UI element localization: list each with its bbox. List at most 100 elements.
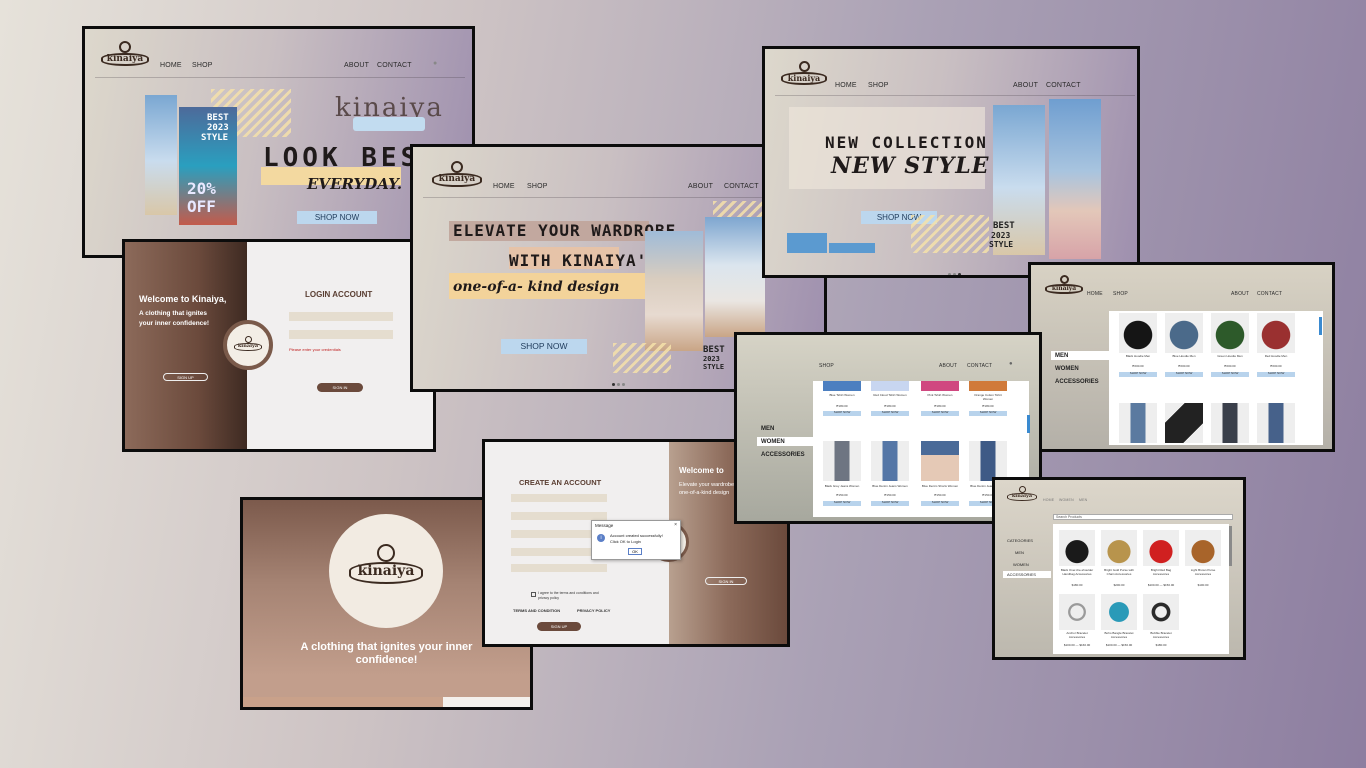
sign-in-button[interactable]: SIGN IN [705, 577, 747, 585]
agree-checkbox[interactable] [531, 592, 536, 597]
discount-percent: 20% [187, 179, 216, 198]
product-image-red-bag[interactable] [1143, 530, 1179, 566]
terms-link[interactable]: TERMS AND CONDITION [513, 608, 560, 613]
shop-now-button[interactable]: SHOP NOW [921, 500, 959, 506]
shop-now-button[interactable]: SHOP NOW [297, 211, 377, 224]
nav-about[interactable]: ABOUT [344, 62, 369, 69]
nav-about[interactable]: ABOUT [939, 363, 957, 369]
product-price: ₱200.00 [1178, 364, 1190, 368]
signup-field-1[interactable] [511, 494, 607, 502]
shop-now-button[interactable]: SHOP NOW [871, 410, 909, 416]
username-field[interactable] [289, 312, 393, 321]
sign-up-button[interactable]: SIGN UP [537, 622, 581, 631]
nav-contact[interactable]: CONTACT [1257, 291, 1282, 297]
headline-new-collection: NEW COLLECTION [825, 133, 988, 152]
shop-now-button[interactable]: SHOP NOW [1257, 371, 1295, 377]
shop-now-button[interactable]: SHOP NOW [823, 500, 861, 506]
sidebar-item-men[interactable]: MEN [1015, 550, 1024, 555]
product-price: ₱180.00 [836, 404, 848, 408]
shop-now-button[interactable]: SHOP NOW [1165, 371, 1203, 377]
kinaiya-logo[interactable]: kinaiya [1005, 486, 1039, 501]
nav-contact[interactable]: CONTACT [967, 363, 992, 369]
scrollbar[interactable] [1229, 526, 1232, 566]
product-image-bubble-bracelet[interactable] [1143, 594, 1179, 630]
product-image-blue-tshirt[interactable] [823, 381, 861, 391]
user-icon[interactable]: ● [433, 60, 437, 67]
product-image-red-hoodie[interactable] [1257, 313, 1295, 353]
carousel-dots[interactable] [611, 373, 626, 389]
dialog-close-icon[interactable]: × [674, 522, 677, 528]
nav-home[interactable]: HOME [160, 62, 182, 69]
nav-home[interactable]: HOME [835, 82, 857, 89]
nav-shop[interactable]: SHOP [192, 62, 213, 69]
product-image-red-cloud-tshirt[interactable] [871, 381, 909, 391]
nav-shop[interactable]: SHOP [1113, 291, 1128, 297]
sidebar-item-accessories[interactable]: ACCESSORIES [1007, 572, 1036, 577]
product-image-green-hoodie[interactable] [1211, 313, 1249, 353]
product-image-black-hoodie[interactable] [1119, 313, 1157, 353]
product-image-blue-jeans-2[interactable] [969, 441, 1007, 481]
shop-now-button[interactable]: SHOP NOW [921, 410, 959, 416]
sidebar-item-women[interactable]: WOMEN [1055, 366, 1079, 372]
product-price: $100.00 — $150.00 [1147, 583, 1175, 587]
signup-title: CREATE AN ACCOUNT [519, 478, 602, 487]
kinaiya-logo[interactable]: kinaiya [99, 41, 151, 66]
sidebar-item-accessories[interactable]: ACCESSORIES [1055, 379, 1099, 385]
sidebar-item-men[interactable]: MEN [761, 426, 774, 432]
nav-contact[interactable]: CONTACT [1046, 82, 1081, 89]
product-image-orange-tshirt[interactable] [969, 381, 1007, 391]
shop-now-button[interactable]: SHOP NOW [1119, 371, 1157, 377]
nav-home[interactable]: HOME [1087, 291, 1103, 297]
product-image-gold-purse[interactable] [1101, 530, 1137, 566]
product-image-jeans[interactable] [1119, 403, 1157, 443]
nav-contact[interactable]: CONTACT [377, 62, 412, 69]
sign-in-button[interactable]: SIGN IN [317, 383, 363, 392]
kinaiya-logo[interactable]: kinaiya [1043, 275, 1085, 294]
nav-men[interactable]: MEN [1079, 498, 1087, 502]
product-name: Bright Red Bag Accessories [1150, 568, 1172, 576]
signup-field-5[interactable] [511, 564, 607, 572]
product-image-anchor-bracelet[interactable] [1059, 594, 1095, 630]
nav-home[interactable]: HOME [493, 183, 515, 190]
product-image-pink-tshirt[interactable] [921, 381, 959, 391]
scrollbar[interactable] [1027, 415, 1030, 433]
sidebar-item-accessories[interactable]: ACCESSORIES [761, 452, 805, 458]
scrollbar[interactable] [1319, 317, 1322, 335]
kinaiya-logo[interactable]: kinaiya [779, 61, 829, 85]
sign-up-button[interactable]: SIGN UP [163, 373, 208, 381]
kinaiya-logo[interactable]: kinaiya [431, 161, 483, 187]
nav-contact[interactable]: CONTACT [724, 183, 759, 190]
shop-now-button[interactable]: SHOP NOW [871, 500, 909, 506]
product-image-grey-jeans[interactable] [823, 441, 861, 481]
signup-field-2[interactable] [511, 512, 607, 520]
product-image-jeans[interactable] [1211, 403, 1249, 443]
nav-shop[interactable]: SHOP [527, 183, 548, 190]
product-image-blue-hoodie[interactable] [1165, 313, 1203, 353]
nav-about[interactable]: ABOUT [1013, 82, 1038, 89]
search-input[interactable]: Search Products [1053, 514, 1233, 520]
nav-about[interactable]: ABOUT [1231, 291, 1249, 297]
privacy-link[interactable]: PRIVACY POLICY [577, 608, 610, 613]
nav-about[interactable]: ABOUT [688, 183, 713, 190]
nav-shop[interactable]: SHOP [819, 363, 834, 369]
shop-now-button[interactable]: SHOP NOW [1211, 371, 1249, 377]
nav-women[interactable]: WOMEN [1059, 498, 1074, 502]
product-image-blue-jeans[interactable] [871, 441, 909, 481]
product-image-brown-purse[interactable] [1185, 530, 1221, 566]
shop-now-button[interactable]: SHOP NOW [501, 339, 587, 354]
product-image-black-handbag[interactable] [1059, 530, 1095, 566]
kinaiya-logo: kinaiya [347, 544, 425, 584]
sidebar-item-women[interactable]: WOMEN [1013, 562, 1029, 567]
product-image-jeans[interactable] [1165, 403, 1203, 443]
shop-now-button[interactable]: SHOP NOW [969, 410, 1007, 416]
nav-home[interactable]: HOME [1043, 498, 1054, 502]
password-field[interactable] [289, 330, 393, 339]
carousel-dots[interactable] [947, 263, 962, 275]
shop-now-button[interactable]: SHOP NOW [823, 410, 861, 416]
dialog-ok-button[interactable]: OK [628, 548, 642, 555]
product-image-boho-bracelet[interactable] [1101, 594, 1137, 630]
user-icon[interactable]: ● [1009, 361, 1013, 367]
nav-shop[interactable]: SHOP [868, 82, 889, 89]
product-image-denim-shorts[interactable] [921, 441, 959, 481]
product-image-jeans[interactable] [1257, 403, 1295, 443]
